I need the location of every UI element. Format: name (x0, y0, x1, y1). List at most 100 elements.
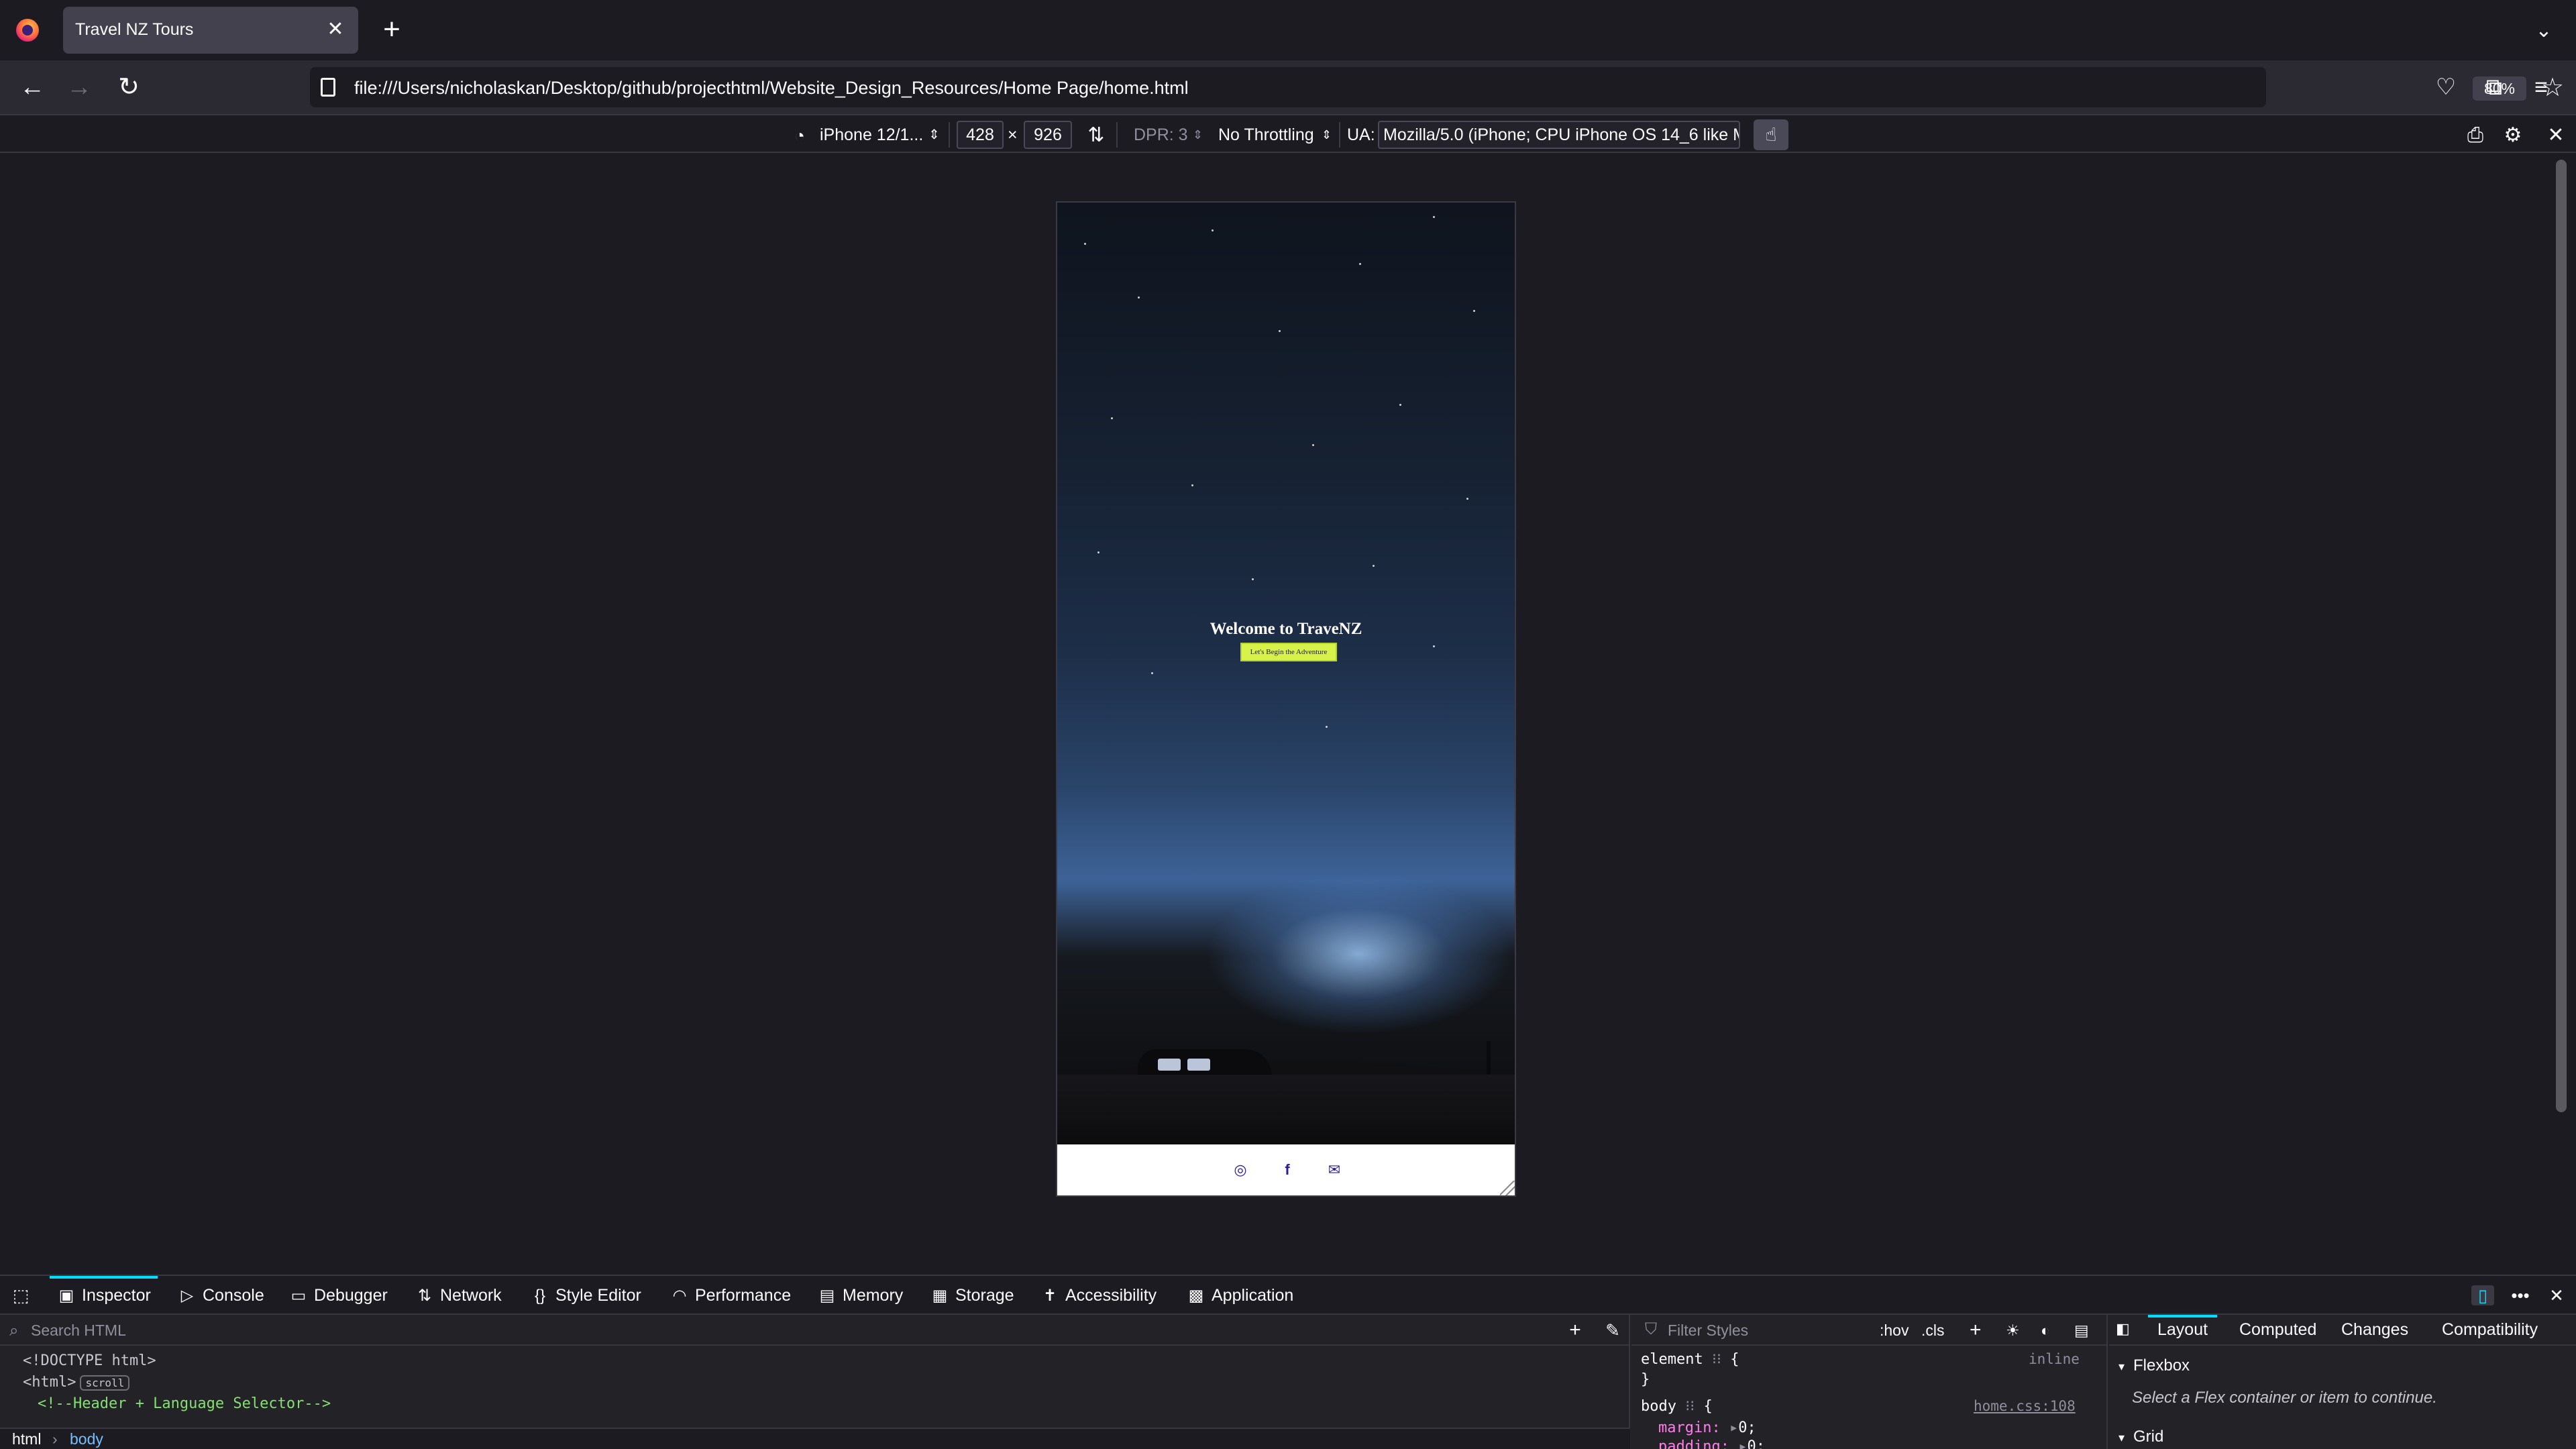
close-devtools-icon[interactable]: ✕ (2545, 1285, 2568, 1305)
tab-layout[interactable]: Layout (2147, 1315, 2218, 1340)
breadcrumb-html[interactable]: html (12, 1429, 41, 1449)
tab-computed[interactable]: Computed (2239, 1320, 2316, 1340)
tab-network[interactable]: ⇅ Network (415, 1276, 502, 1315)
tab-changes[interactable]: Changes (2341, 1320, 2408, 1340)
screenshot-icon[interactable]: ⎙ (2462, 122, 2489, 149)
margin-declaration[interactable]: margin: ▸0; (1658, 1419, 1756, 1436)
margin-property: margin: (1658, 1419, 1721, 1436)
reload-icon[interactable]: ↻ (111, 70, 146, 105)
tab-accessibility[interactable]: ✝ Accessibility (1040, 1276, 1157, 1315)
throttling-dropdown-icon[interactable]: ⇕ (1322, 122, 1332, 148)
body-rule-source-link[interactable]: home.css:108 (1974, 1398, 2076, 1414)
page-footer: ◎ f ✉ (1057, 1144, 1515, 1195)
comment-line[interactable]: <!--Header + Language Selector--> (38, 1395, 331, 1412)
tab-memory[interactable]: ▤ Memory (817, 1276, 904, 1315)
scroll-badge[interactable]: scroll (80, 1375, 130, 1391)
tab-label: Application (1212, 1286, 1294, 1305)
style-editor-icon: {} (534, 1287, 546, 1305)
new-tab-icon[interactable]: + (376, 15, 408, 47)
star-dot (1359, 263, 1361, 265)
device-dropdown-icon[interactable]: ⇕ (928, 122, 940, 148)
flexbox-section-header[interactable]: ▾ Flexbox (2118, 1356, 2190, 1375)
viewport-height-input[interactable]: 926 (1024, 121, 1072, 149)
tab-console[interactable]: ▷ Console (177, 1276, 264, 1315)
doctype-line[interactable]: <!DOCTYPE html> (23, 1352, 156, 1369)
tab-performance[interactable]: ◠ Performance (669, 1276, 792, 1315)
breadcrumb-body[interactable]: body (70, 1429, 103, 1449)
element-picker-icon[interactable]: ⬚ (11, 1285, 31, 1305)
star-dot (1279, 330, 1281, 332)
throttling-selector[interactable]: No Throttling (1218, 122, 1314, 148)
browser-tab[interactable]: Travel NZ Tours ✕ (63, 7, 358, 54)
back-arrow-icon[interactable]: ← (15, 70, 50, 105)
pocket-icon[interactable]: ♡ (2428, 70, 2463, 105)
filter-icon: ⛉ (1645, 1320, 1657, 1338)
rotate-viewport-icon[interactable]: ⇅ (1083, 122, 1110, 149)
instagram-icon[interactable]: ◎ (1230, 1159, 1251, 1181)
star-dot (1151, 672, 1153, 674)
tab-application[interactable]: ▩ Application (1186, 1276, 1294, 1315)
toggle-sidebar-icon[interactable]: ◧ (2116, 1320, 2130, 1338)
close-tab-icon[interactable]: ✕ (323, 17, 347, 42)
separator (1339, 122, 1340, 148)
star-dot (1373, 565, 1375, 567)
url-text[interactable]: file:///Users/nicholaskan/Desktop/github… (354, 78, 1189, 99)
extensions-icon[interactable]: ⧉ (2477, 70, 2512, 105)
tab-debugger[interactable]: ▭ Debugger (288, 1276, 388, 1315)
star-dot (1466, 498, 1468, 500)
expand-triangle-icon[interactable]: ▸ (1738, 1438, 1747, 1449)
add-node-icon[interactable]: + (1563, 1319, 1587, 1342)
forward-arrow-icon[interactable]: → (62, 70, 97, 105)
dpr-dropdown-icon[interactable]: ⇕ (1193, 122, 1203, 148)
padding-declaration[interactable]: padding: ▸0; (1658, 1438, 1765, 1449)
begin-adventure-button[interactable]: Let's Begin the Adventure (1240, 643, 1337, 661)
close-rdm-icon[interactable]: ✕ (2542, 122, 2569, 149)
padding-property: padding: (1658, 1438, 1729, 1449)
accessibility-icon: ✝ (1042, 1287, 1057, 1305)
tab-label: Debugger (314, 1286, 388, 1305)
firefox-logo-icon[interactable] (16, 19, 39, 42)
navigation-toolbar: ← → ↻ file:///Users/nicholaskan/Desktop/… (0, 60, 2576, 114)
more-options-icon[interactable]: ••• (2509, 1285, 2532, 1305)
expand-triangle-icon[interactable]: ▸ (1729, 1419, 1738, 1436)
cls-toggle[interactable]: .cls (1921, 1320, 1945, 1340)
tab-strip: Travel NZ Tours ✕ + ⌄ (0, 0, 2576, 60)
device-selector[interactable]: iPhone 12/1... (820, 122, 923, 148)
touch-simulation-icon[interactable]: ☝ (1754, 119, 1788, 150)
hero-section: Welcome to TraveNZ Let's Begin the Adven… (1057, 203, 1515, 1144)
html-tag: <html> (23, 1374, 76, 1391)
memory-icon: ▤ (819, 1287, 835, 1305)
viewport-width-input[interactable]: 428 (957, 121, 1004, 149)
vertical-scrollbar[interactable] (2556, 160, 2567, 1112)
grid-section-header[interactable]: ▾ Grid (2118, 1428, 2163, 1446)
element-rule-selector[interactable]: element ⁝⁝ { (1641, 1351, 1739, 1368)
email-icon[interactable]: ✉ (1324, 1159, 1345, 1181)
star-dot (1097, 551, 1099, 553)
dpr-selector[interactable]: DPR: 3 (1134, 122, 1188, 148)
markup-pane: ⌕ Search HTML + ✎ <!DOCTYPE html> <html>… (0, 1315, 1630, 1449)
facebook-icon[interactable]: f (1277, 1159, 1298, 1181)
add-rule-icon[interactable]: + (1970, 1320, 1982, 1340)
html-node-line[interactable]: <html> scroll (23, 1374, 130, 1391)
body-rule-selector[interactable]: body ⁝⁝ { (1641, 1398, 1713, 1415)
menu-icon[interactable]: ≡ (2524, 70, 2559, 105)
tab-inspector[interactable]: ▣ Inspector (50, 1276, 158, 1315)
hov-toggle[interactable]: :hov (1880, 1320, 1909, 1340)
light-mode-icon[interactable]: ☀ (2006, 1320, 2020, 1340)
chevron-down-icon[interactable]: ⌄ (2529, 16, 2559, 46)
dark-mode-icon[interactable]: ◐ (2041, 1320, 2050, 1340)
print-media-icon[interactable]: ▤ (2074, 1320, 2089, 1340)
grid-icon: ⁝⁝ (1685, 1398, 1695, 1415)
dock-side-icon[interactable]: ▯ (2471, 1285, 2494, 1305)
url-bar[interactable]: file:///Users/nicholaskan/Desktop/github… (310, 67, 2564, 107)
tab-compatibility[interactable]: Compatibility (2442, 1320, 2538, 1340)
user-agent-input[interactable]: Mozilla/5.0 (iPhone; CPU iPhone OS 14_6 … (1378, 121, 1740, 149)
tab-storage[interactable]: ▦ Storage (930, 1276, 1014, 1315)
padding-value: 0; (1747, 1438, 1765, 1449)
eyedropper-icon[interactable]: ✎ (1601, 1319, 1625, 1342)
viewport-resize-handle[interactable] (1500, 1181, 1515, 1195)
settings-gear-icon[interactable]: ⚙ (2500, 122, 2526, 149)
search-html-input[interactable]: Search HTML (31, 1322, 126, 1340)
tab-style-editor[interactable]: {} Style Editor (530, 1276, 641, 1315)
filter-styles-input[interactable]: Filter Styles (1668, 1322, 1748, 1340)
